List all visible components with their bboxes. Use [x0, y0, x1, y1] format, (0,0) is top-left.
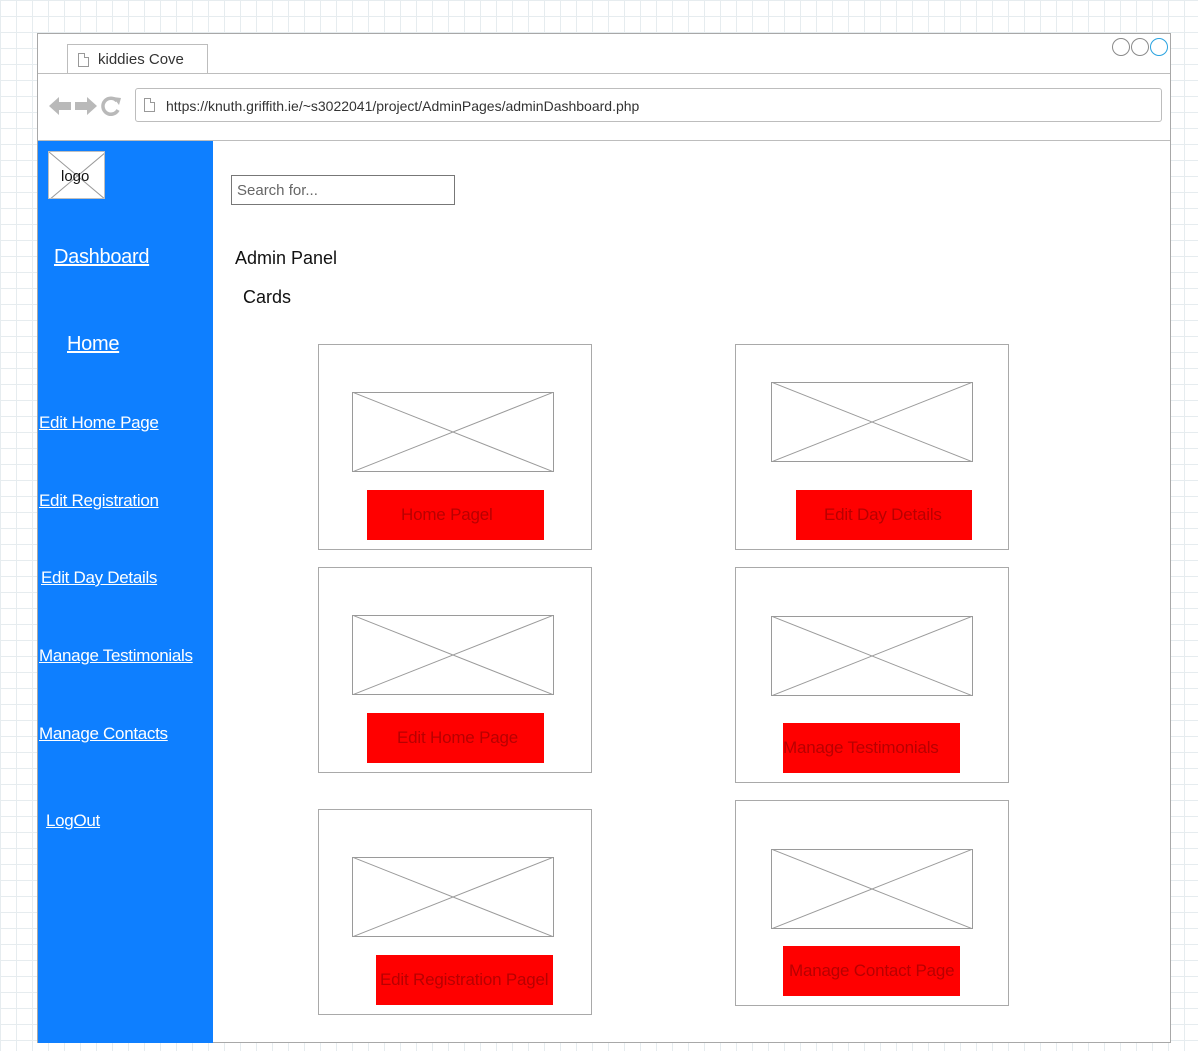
edit-day-details-button[interactable]: Edit Day Details — [796, 490, 972, 540]
sidebar-item-edit-day-details[interactable]: Edit Day Details — [41, 568, 157, 588]
sidebar-item-edit-registration[interactable]: Edit Registration — [39, 491, 159, 511]
card-home-page: Home Pagel — [318, 344, 592, 550]
image-placeholder-icon — [352, 392, 554, 472]
window-controls — [1112, 38, 1168, 56]
address-bar[interactable]: https://knuth.griffith.ie/~s3022041/proj… — [135, 88, 1162, 122]
image-placeholder-icon — [771, 849, 973, 929]
card-manage-testimonials: Manage Testimonials — [735, 567, 1009, 783]
forward-arrow-icon[interactable] — [74, 95, 98, 117]
card-edit-day-details: Edit Day Details — [735, 344, 1009, 550]
card-manage-contact-page: Manage Contact Page — [735, 800, 1009, 1006]
browser-window: kiddies Cove https://knuth.griffith.ie/~… — [37, 33, 1171, 1043]
window-circle-icon[interactable] — [1112, 38, 1130, 56]
sidebar-item-home[interactable]: Home — [67, 333, 119, 356]
reload-icon[interactable] — [100, 95, 122, 117]
home-page-button[interactable]: Home Pagel — [367, 490, 544, 540]
sidebar-item-dashboard[interactable]: Dashboard — [54, 246, 149, 269]
sidebar-item-manage-contacts[interactable]: Manage Contacts — [39, 724, 168, 744]
browser-tab[interactable]: kiddies Cove — [67, 44, 208, 74]
sidebar-item-logout[interactable]: LogOut — [46, 811, 100, 831]
image-placeholder-icon — [771, 382, 973, 462]
page-icon — [144, 98, 155, 112]
url-text: https://knuth.griffith.ie/~s3022041/proj… — [166, 98, 640, 114]
browser-nav — [48, 95, 122, 117]
image-placeholder-icon — [352, 857, 554, 937]
search-input[interactable] — [231, 175, 455, 205]
manage-testimonials-button[interactable]: Manage Testimonials — [783, 723, 960, 773]
card-edit-home-page: Edit Home Page — [318, 567, 592, 773]
card-edit-registration-page: Edit Registration Pagel — [318, 809, 592, 1015]
sidebar-item-edit-home-page[interactable]: Edit Home Page — [39, 413, 159, 433]
back-arrow-icon[interactable] — [48, 95, 72, 117]
sidebar-item-manage-testimonials[interactable]: Manage Testimonials — [39, 646, 193, 666]
image-placeholder-icon — [352, 615, 554, 695]
section-title: Cards — [243, 287, 292, 307]
sidebar: logo Dashboard Home Edit Home Page Edit … — [38, 141, 213, 1043]
logo: logo — [48, 151, 105, 199]
logo-text: logo — [61, 168, 90, 185]
window-circle-icon[interactable] — [1131, 38, 1149, 56]
window-circle-icon[interactable] — [1150, 38, 1168, 56]
page-icon — [78, 53, 89, 67]
manage-contact-page-button[interactable]: Manage Contact Page — [783, 946, 960, 996]
tab-divider — [38, 73, 1170, 74]
edit-home-page-button[interactable]: Edit Home Page — [367, 713, 544, 763]
page-title: Admin Panel — [235, 248, 338, 268]
image-placeholder-icon — [771, 616, 973, 696]
tab-title: kiddies Cove — [98, 51, 184, 68]
edit-registration-page-button[interactable]: Edit Registration Pagel — [376, 955, 553, 1005]
